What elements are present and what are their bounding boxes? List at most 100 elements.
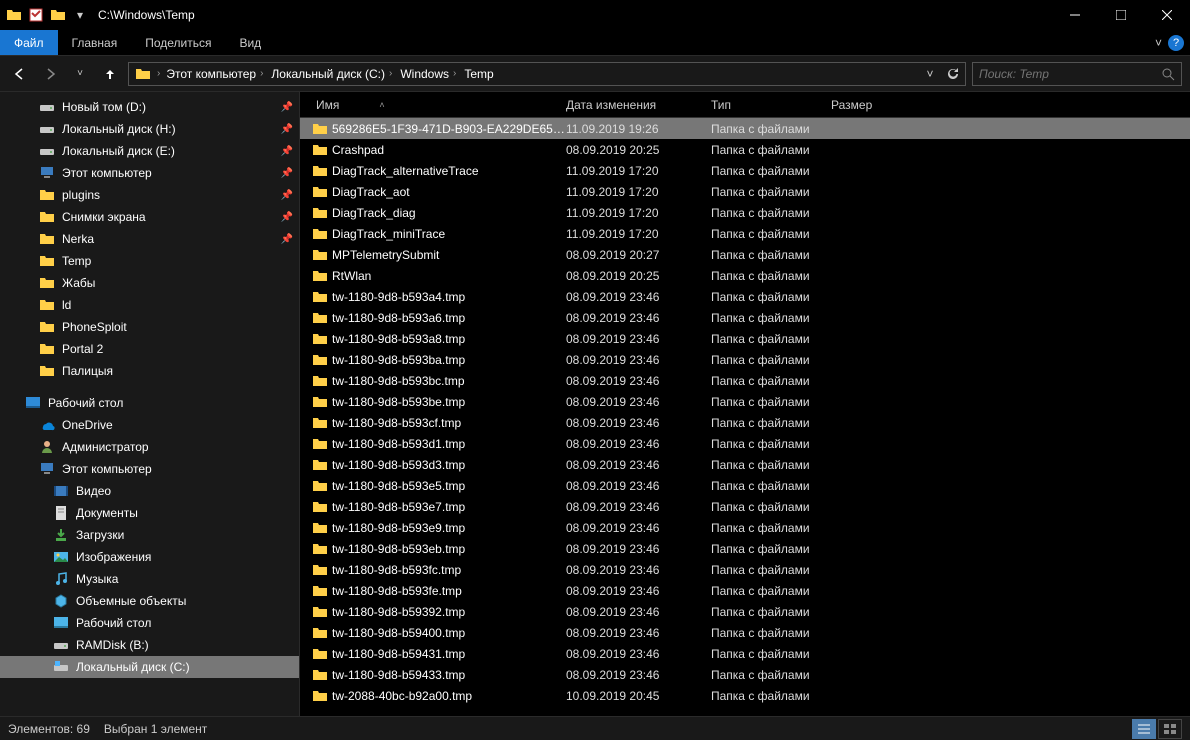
sidebar-item[interactable]: Палицыя <box>0 360 299 382</box>
col-date[interactable]: Дата изменения <box>560 98 705 112</box>
status-count: Элементов: 69 <box>8 722 90 736</box>
sidebar-item[interactable]: Документы <box>0 502 299 524</box>
folder-icon <box>310 583 330 599</box>
sidebar-item[interactable]: Рабочий стол <box>0 612 299 634</box>
file-row[interactable]: tw-1180-9d8-b593fe.tmp08.09.2019 23:46Па… <box>300 580 1190 601</box>
sidebar-item[interactable]: Загрузки <box>0 524 299 546</box>
ribbon-expand-icon[interactable]: ˅ <box>1155 36 1162 50</box>
file-row[interactable]: DiagTrack_miniTrace11.09.2019 17:20Папка… <box>300 223 1190 244</box>
search-icon[interactable] <box>1161 67 1175 81</box>
file-row[interactable]: tw-1180-9d8-b593cf.tmp08.09.2019 23:46Па… <box>300 412 1190 433</box>
file-list[interactable]: 569286E5-1F39-471D-B903-EA229DE655F...11… <box>300 118 1190 716</box>
file-row[interactable]: MPTelemetrySubmit08.09.2019 20:27Папка с… <box>300 244 1190 265</box>
nav-recent-button[interactable]: ˅ <box>68 62 92 86</box>
sidebar-item[interactable]: ld <box>0 294 299 316</box>
sidebar-item[interactable]: Новый том (D:)📌 <box>0 96 299 118</box>
file-row[interactable]: tw-1180-9d8-b593ba.tmp08.09.2019 23:46Па… <box>300 349 1190 370</box>
file-row[interactable]: DiagTrack_aot11.09.2019 17:20Папка с фай… <box>300 181 1190 202</box>
file-row[interactable]: RtWlan08.09.2019 20:25Папка с файлами <box>300 265 1190 286</box>
sidebar-item[interactable]: Локальный диск (C:) <box>0 656 299 678</box>
sidebar-item[interactable]: Администратор <box>0 436 299 458</box>
file-row[interactable]: tw-1180-9d8-b593fc.tmp08.09.2019 23:46Па… <box>300 559 1190 580</box>
folder-icon <box>310 373 330 389</box>
col-size[interactable]: Размер <box>825 98 905 112</box>
file-row[interactable]: tw-1180-9d8-b593be.tmp08.09.2019 23:46Па… <box>300 391 1190 412</box>
file-name: tw-1180-9d8-b593d3.tmp <box>330 458 566 472</box>
file-row[interactable]: tw-1180-9d8-b59400.tmp08.09.2019 23:46Па… <box>300 622 1190 643</box>
breadcrumb-temp[interactable]: Temp <box>460 63 497 85</box>
address-dropdown-icon[interactable]: ˅ <box>919 67 941 81</box>
tab-home[interactable]: Главная <box>58 30 132 55</box>
file-row[interactable]: tw-1180-9d8-b59392.tmp08.09.2019 23:46Па… <box>300 601 1190 622</box>
tab-file[interactable]: Файл <box>0 30 58 55</box>
file-row[interactable]: DiagTrack_diag11.09.2019 17:20Папка с фа… <box>300 202 1190 223</box>
sidebar-item[interactable]: Музыка <box>0 568 299 590</box>
sidebar-item[interactable]: PhoneSploit <box>0 316 299 338</box>
folder-icon <box>38 231 56 247</box>
file-row[interactable]: 569286E5-1F39-471D-B903-EA229DE655F...11… <box>300 118 1190 139</box>
file-row[interactable]: tw-1180-9d8-b59431.tmp08.09.2019 23:46Па… <box>300 643 1190 664</box>
breadcrumb-root-chevron[interactable]: › <box>155 68 162 79</box>
breadcrumb-windows[interactable]: Windows› <box>396 63 460 85</box>
minimize-button[interactable] <box>1052 0 1098 30</box>
sidebar-item[interactable]: OneDrive <box>0 414 299 436</box>
sidebar-item[interactable]: plugins📌 <box>0 184 299 206</box>
file-row[interactable]: tw-1180-9d8-b593bc.tmp08.09.2019 23:46Па… <box>300 370 1190 391</box>
breadcrumb-drive[interactable]: Локальный диск (C:)› <box>267 63 396 85</box>
file-row[interactable]: tw-1180-9d8-b593d3.tmp08.09.2019 23:46Па… <box>300 454 1190 475</box>
refresh-button[interactable] <box>941 67 963 81</box>
qat-newfolder-icon[interactable] <box>48 5 68 25</box>
file-type: Папка с файлами <box>711 521 851 535</box>
search-input[interactable] <box>979 67 1161 81</box>
sidebar-item-desktop[interactable]: Рабочий стол <box>0 392 299 414</box>
close-button[interactable] <box>1144 0 1190 30</box>
nav-back-button[interactable] <box>8 62 32 86</box>
breadcrumb-pc[interactable]: Этот компьютер› <box>162 63 267 85</box>
qat-dropdown-icon[interactable]: ▾ <box>70 5 90 25</box>
file-row[interactable]: tw-1180-9d8-b593a4.tmp08.09.2019 23:46Па… <box>300 286 1190 307</box>
help-icon[interactable]: ? <box>1168 35 1184 51</box>
file-row[interactable]: Crashpad08.09.2019 20:25Папка с файлами <box>300 139 1190 160</box>
file-row[interactable]: DiagTrack_alternativeTrace11.09.2019 17:… <box>300 160 1190 181</box>
file-row[interactable]: tw-2088-40bc-b92a00.tmp10.09.2019 20:45П… <box>300 685 1190 706</box>
col-type[interactable]: Тип <box>705 98 825 112</box>
folder-icon <box>310 436 330 452</box>
file-row[interactable]: tw-1180-9d8-b593d1.tmp08.09.2019 23:46Па… <box>300 433 1190 454</box>
nav-forward-button[interactable] <box>38 62 62 86</box>
col-name[interactable]: Имя˄ <box>310 98 560 112</box>
sidebar-item[interactable]: Этот компьютер📌 <box>0 162 299 184</box>
file-row[interactable]: tw-1180-9d8-b593a6.tmp08.09.2019 23:46Па… <box>300 307 1190 328</box>
sidebar-item[interactable]: Снимки экрана📌 <box>0 206 299 228</box>
maximize-button[interactable] <box>1098 0 1144 30</box>
sidebar-item[interactable]: Локальный диск (H:)📌 <box>0 118 299 140</box>
sidebar-item[interactable]: Видео <box>0 480 299 502</box>
sidebar-item[interactable]: RAMDisk (B:) <box>0 634 299 656</box>
sidebar-item[interactable]: Temp <box>0 250 299 272</box>
sidebar-item[interactable]: Локальный диск (E:)📌 <box>0 140 299 162</box>
sidebar-item[interactable]: Portal 2 <box>0 338 299 360</box>
tab-view[interactable]: Вид <box>225 30 275 55</box>
sidebar-item[interactable]: Жабы <box>0 272 299 294</box>
search-box[interactable] <box>972 62 1182 86</box>
folder-icon <box>310 457 330 473</box>
file-row[interactable]: tw-1180-9d8-b593eb.tmp08.09.2019 23:46Па… <box>300 538 1190 559</box>
qat-properties-icon[interactable] <box>26 5 46 25</box>
file-row[interactable]: tw-1180-9d8-b593e5.tmp08.09.2019 23:46Па… <box>300 475 1190 496</box>
nav-pane[interactable]: Новый том (D:)📌Локальный диск (H:)📌Локал… <box>0 92 300 716</box>
file-row[interactable]: tw-1180-9d8-b59433.tmp08.09.2019 23:46Па… <box>300 664 1190 685</box>
file-row[interactable]: tw-1180-9d8-b593a8.tmp08.09.2019 23:46Па… <box>300 328 1190 349</box>
tab-share[interactable]: Поделиться <box>131 30 225 55</box>
file-row[interactable]: tw-1180-9d8-b593e9.tmp08.09.2019 23:46Па… <box>300 517 1190 538</box>
sidebar-item[interactable]: Изображения <box>0 546 299 568</box>
pin-icon: 📌 <box>281 234 293 245</box>
address-bar[interactable]: › Этот компьютер› Локальный диск (C:)› W… <box>128 62 966 86</box>
sidebar-item[interactable]: Nerka📌 <box>0 228 299 250</box>
file-row[interactable]: tw-1180-9d8-b593e7.tmp08.09.2019 23:46Па… <box>300 496 1190 517</box>
sidebar-item[interactable]: Этот компьютер <box>0 458 299 480</box>
view-icons-button[interactable] <box>1158 719 1182 739</box>
nav-up-button[interactable] <box>98 62 122 86</box>
sidebar-item-label: Загрузки <box>76 528 293 542</box>
sidebar-item[interactable]: Объемные объекты <box>0 590 299 612</box>
view-details-button[interactable] <box>1132 719 1156 739</box>
qat-folder-icon[interactable] <box>4 5 24 25</box>
